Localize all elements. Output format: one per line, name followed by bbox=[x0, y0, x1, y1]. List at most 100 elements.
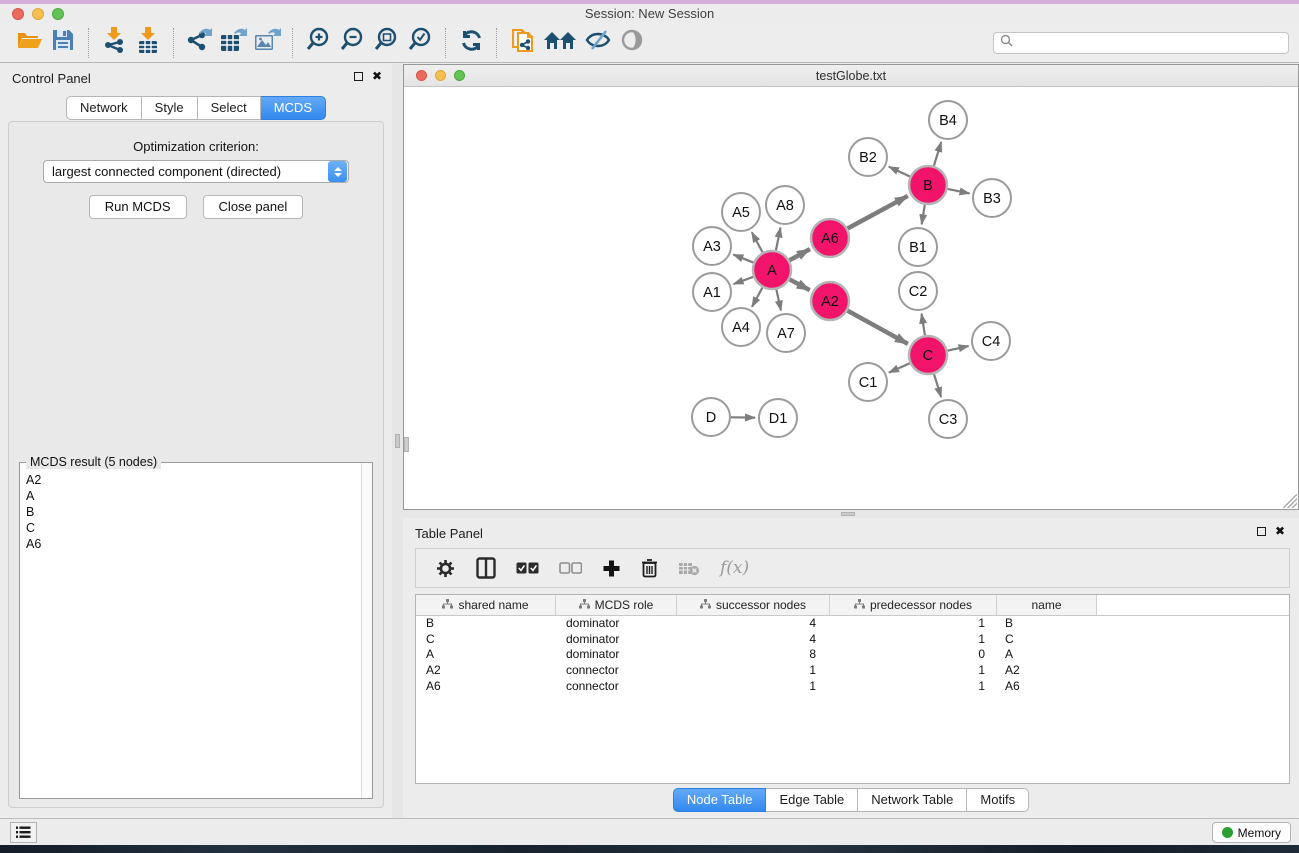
import-table-button[interactable] bbox=[131, 27, 165, 59]
result-item[interactable]: C bbox=[26, 520, 360, 536]
edge-C-C4[interactable] bbox=[948, 346, 969, 351]
open-session-button[interactable] bbox=[12, 27, 46, 59]
splitter-handle[interactable] bbox=[841, 512, 855, 516]
birds-eye-view-button[interactable] bbox=[615, 27, 649, 59]
network-canvas[interactable]: B4B2BB3A8A5A6A3B1AA1C2A2A4A7C4CC1DD1C3 bbox=[404, 87, 1298, 509]
result-item[interactable]: A2 bbox=[26, 472, 360, 488]
clone-network-button[interactable] bbox=[505, 27, 539, 59]
tab-network[interactable]: Network bbox=[66, 96, 142, 120]
result-item[interactable]: B bbox=[26, 504, 360, 520]
save-session-button[interactable] bbox=[46, 27, 80, 59]
delete-table-button-disabled[interactable] bbox=[678, 561, 700, 576]
add-column-button[interactable] bbox=[602, 559, 621, 578]
column-header-shared-name[interactable]: shared name bbox=[416, 595, 556, 615]
import-network-button[interactable] bbox=[97, 27, 131, 59]
splitter-handle[interactable] bbox=[395, 434, 400, 448]
tab-style[interactable]: Style bbox=[142, 96, 198, 120]
edge-B-B4[interactable] bbox=[934, 142, 941, 166]
graph-node-B4[interactable]: B4 bbox=[929, 101, 967, 139]
column-header-name[interactable]: name bbox=[997, 595, 1097, 615]
resize-grip-icon[interactable] bbox=[1283, 494, 1297, 508]
refresh-layout-button[interactable] bbox=[454, 27, 488, 59]
edge-B-B3[interactable] bbox=[948, 189, 970, 193]
export-network-button[interactable] bbox=[182, 27, 216, 59]
zoom-selected-button[interactable] bbox=[403, 27, 437, 59]
table-settings-button[interactable] bbox=[435, 558, 456, 579]
zoom-fit-button[interactable] bbox=[369, 27, 403, 59]
export-image-button[interactable] bbox=[250, 27, 284, 59]
table-row[interactable]: A6connector11A6 bbox=[416, 679, 1289, 695]
table-row[interactable]: A2connector11A2 bbox=[416, 663, 1289, 679]
tab-network-table[interactable]: Network Table bbox=[858, 788, 967, 812]
graph-node-C2[interactable]: C2 bbox=[899, 272, 937, 310]
result-item[interactable]: A bbox=[26, 488, 360, 504]
tab-edge-table[interactable]: Edge Table bbox=[766, 788, 858, 812]
graph-node-A[interactable]: A bbox=[753, 251, 791, 289]
edge-A-A5[interactable] bbox=[752, 232, 763, 252]
node-table[interactable]: shared nameMCDS rolesuccessor nodesprede… bbox=[415, 594, 1290, 784]
graph-node-A1[interactable]: A1 bbox=[693, 273, 731, 311]
tab-select[interactable]: Select bbox=[198, 96, 261, 120]
edge-B-B2[interactable] bbox=[889, 167, 910, 177]
close-panel-icon[interactable]: ✖ bbox=[1275, 526, 1285, 536]
search-input[interactable] bbox=[1017, 36, 1288, 50]
deselect-all-button[interactable] bbox=[559, 562, 582, 574]
criterion-dropdown[interactable]: largest connected component (directed) bbox=[43, 160, 349, 183]
memory-button[interactable]: Memory bbox=[1212, 822, 1291, 843]
column-header-MCDS-role[interactable]: MCDS role bbox=[556, 595, 677, 615]
search-box[interactable] bbox=[993, 32, 1289, 54]
graph-node-B2[interactable]: B2 bbox=[849, 138, 887, 176]
graph-node-B[interactable]: B bbox=[909, 166, 947, 204]
edge-A-A8[interactable] bbox=[776, 228, 781, 251]
task-history-button[interactable] bbox=[10, 822, 37, 843]
graph-node-A6[interactable]: A6 bbox=[811, 219, 849, 257]
graph-node-A7[interactable]: A7 bbox=[767, 314, 805, 352]
graph-node-B1[interactable]: B1 bbox=[899, 228, 937, 266]
network-window-titlebar[interactable]: testGlobe.txt bbox=[404, 65, 1298, 87]
graphics-details-button[interactable] bbox=[581, 27, 615, 59]
result-item[interactable]: A6 bbox=[26, 536, 360, 552]
tab-mcds[interactable]: MCDS bbox=[261, 96, 326, 120]
horizontal-splitter[interactable] bbox=[403, 510, 1299, 518]
graph-node-A8[interactable]: A8 bbox=[766, 186, 804, 224]
canvas-scrollbar-thumb[interactable] bbox=[404, 437, 409, 452]
result-scrollbar[interactable] bbox=[361, 463, 372, 798]
edge-C-C3[interactable] bbox=[934, 374, 941, 397]
edge-A-A3[interactable] bbox=[733, 255, 753, 263]
graph-node-B3[interactable]: B3 bbox=[973, 179, 1011, 217]
column-header-predecessor-nodes[interactable]: predecessor nodes bbox=[830, 595, 997, 615]
edge-A-A7[interactable] bbox=[776, 290, 781, 311]
first-neighbors-button[interactable] bbox=[539, 27, 581, 59]
edge-A6-B[interactable] bbox=[848, 196, 908, 229]
mcds-result-list[interactable]: A2ABCA6 bbox=[21, 466, 360, 797]
table-row[interactable]: Bdominator41B bbox=[416, 616, 1289, 632]
edge-A-A6[interactable] bbox=[790, 249, 810, 260]
zoom-out-button[interactable] bbox=[335, 27, 369, 59]
window-titlebar[interactable]: Session: New Session bbox=[0, 4, 1299, 23]
edge-A2-C[interactable] bbox=[848, 311, 908, 344]
graph-node-C3[interactable]: C3 bbox=[929, 400, 967, 438]
column-header-successor-nodes[interactable]: successor nodes bbox=[677, 595, 830, 615]
graph-node-A4[interactable]: A4 bbox=[722, 308, 760, 346]
edge-A-A4[interactable] bbox=[752, 288, 762, 307]
graph-node-C1[interactable]: C1 bbox=[849, 363, 887, 401]
show-columns-button[interactable] bbox=[476, 557, 496, 579]
edge-B-B1[interactable] bbox=[922, 205, 925, 225]
export-table-button[interactable] bbox=[216, 27, 250, 59]
float-panel-icon[interactable] bbox=[1257, 527, 1266, 536]
zoom-in-button[interactable] bbox=[301, 27, 335, 59]
graph-node-D1[interactable]: D1 bbox=[759, 399, 797, 437]
tab-node-table[interactable]: Node Table bbox=[673, 788, 767, 812]
graph-node-A2[interactable]: A2 bbox=[811, 282, 849, 320]
graph-node-A5[interactable]: A5 bbox=[722, 193, 760, 231]
table-row[interactable]: Cdominator41C bbox=[416, 632, 1289, 648]
delete-column-button[interactable] bbox=[641, 558, 658, 578]
tab-motifs[interactable]: Motifs bbox=[967, 788, 1029, 812]
graph-node-C4[interactable]: C4 bbox=[972, 322, 1010, 360]
vertical-splitter[interactable] bbox=[392, 63, 403, 818]
graph-node-C[interactable]: C bbox=[909, 336, 947, 374]
float-panel-icon[interactable] bbox=[354, 72, 363, 81]
network-graph[interactable]: B4B2BB3A8A5A6A3B1AA1C2A2A4A7C4CC1DD1C3 bbox=[404, 87, 1298, 509]
close-panel-icon[interactable]: ✖ bbox=[372, 71, 382, 81]
function-builder-button[interactable]: f(x) bbox=[720, 558, 749, 578]
